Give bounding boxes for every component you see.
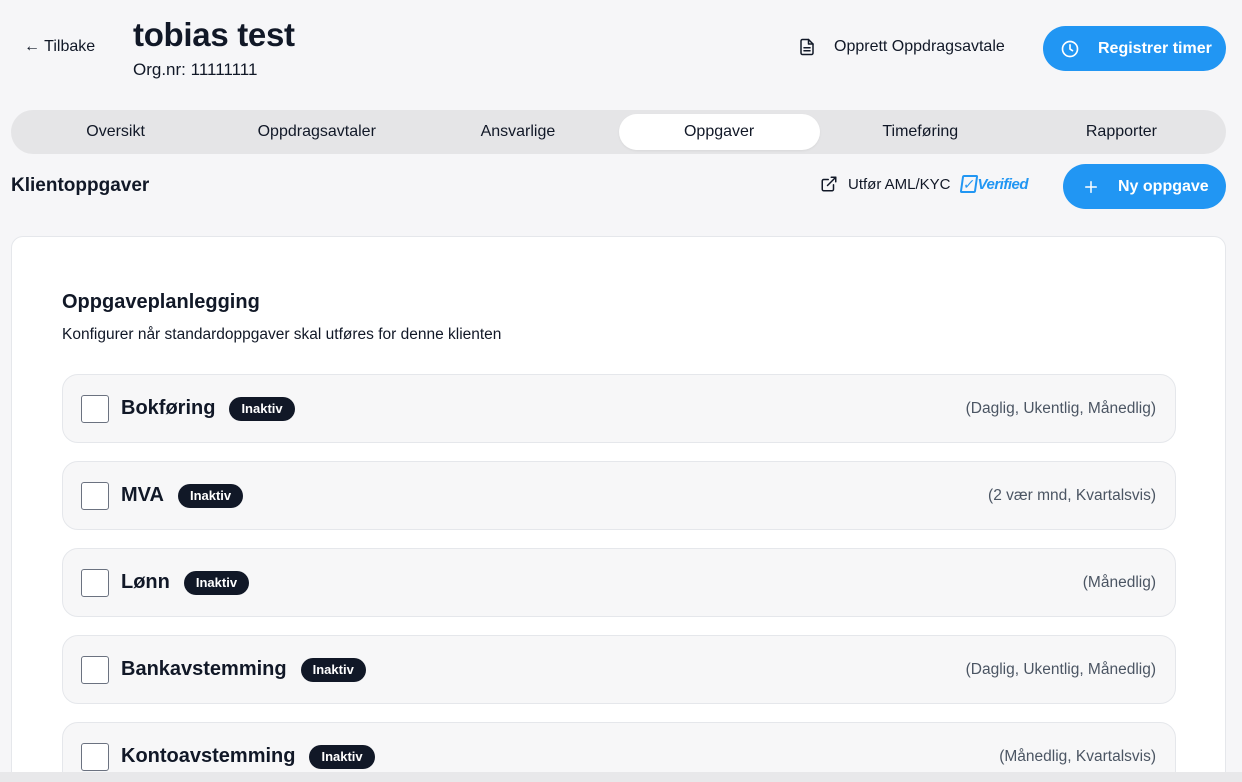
section-title: Klientoppgaver bbox=[11, 175, 150, 196]
new-task-label: Ny oppgave bbox=[1118, 177, 1209, 195]
task-list: Bokføring Inaktiv (Daglig, Ukentlig, Mån… bbox=[62, 374, 1176, 782]
new-task-button[interactable]: Ny oppgave bbox=[1063, 164, 1226, 209]
task-frequency: (Månedlig, Kvartalsvis) bbox=[999, 747, 1156, 765]
clock-icon bbox=[1060, 39, 1080, 59]
document-icon bbox=[798, 38, 816, 56]
aml-kyc-link[interactable]: Utfør AML/KYC ✓ Verified bbox=[820, 175, 1029, 193]
task-checkbox[interactable] bbox=[81, 655, 109, 684]
status-badge: Inaktiv bbox=[177, 483, 244, 508]
horizontal-scrollbar[interactable] bbox=[0, 772, 1242, 782]
tab-oppgaver[interactable]: Oppgaver bbox=[618, 114, 820, 150]
task-name: Bokføring bbox=[121, 397, 216, 419]
planning-title: Oppgaveplanlegging bbox=[62, 291, 260, 313]
task-frequency: (2 vær mnd, Kvartalsvis) bbox=[988, 486, 1156, 504]
tab-ansvarlige[interactable]: Ansvarlige bbox=[417, 114, 618, 150]
task-frequency: (Daglig, Ukentlig, Månedlig) bbox=[965, 399, 1156, 417]
task-row-lonn: Lønn Inaktiv (Månedlig) bbox=[62, 548, 1176, 617]
task-frequency: (Månedlig) bbox=[1082, 573, 1156, 591]
plus-icon bbox=[1082, 178, 1100, 196]
status-badge: Inaktiv bbox=[183, 570, 250, 595]
task-checkbox[interactable] bbox=[81, 394, 109, 423]
task-checkbox[interactable] bbox=[81, 481, 109, 510]
tab-bar: Oversikt Oppdragsavtaler Ansvarlige Oppg… bbox=[11, 110, 1226, 154]
back-link[interactable]: ← Tilbake bbox=[24, 38, 95, 56]
status-badge: Inaktiv bbox=[229, 396, 295, 421]
tab-oversikt[interactable]: Oversikt bbox=[15, 114, 216, 150]
tab-oppdragsavtaler[interactable]: Oppdragsavtaler bbox=[216, 114, 417, 150]
status-badge: Inaktiv bbox=[300, 657, 366, 682]
task-name: Kontoavstemming bbox=[121, 745, 296, 767]
verified-logo-text: Verified bbox=[977, 175, 1029, 193]
task-frequency: (Daglig, Ukentlig, Månedlig) bbox=[965, 660, 1156, 678]
verified-check-icon: ✓ bbox=[959, 175, 978, 193]
task-name: MVA bbox=[121, 484, 164, 506]
external-link-icon bbox=[820, 175, 838, 193]
task-checkbox[interactable] bbox=[81, 742, 109, 771]
register-hours-button[interactable]: Registrer timer bbox=[1043, 26, 1226, 71]
status-badge: Inaktiv bbox=[309, 744, 375, 769]
task-name: Bankavstemming bbox=[121, 658, 287, 680]
tab-rapporter[interactable]: Rapporter bbox=[1021, 114, 1222, 150]
tab-timeforing[interactable]: Timeføring bbox=[820, 114, 1021, 150]
create-agreement-button[interactable]: Opprett Oppdragsavtale bbox=[798, 38, 1005, 56]
task-row-mva: MVA Inaktiv (2 vær mnd, Kvartalsvis) bbox=[62, 461, 1176, 530]
task-row-bankavstemming: Bankavstemming Inaktiv (Daglig, Ukentlig… bbox=[62, 635, 1176, 704]
aml-kyc-label: Utfør AML/KYC bbox=[848, 175, 951, 193]
task-row-bokforing: Bokføring Inaktiv (Daglig, Ukentlig, Mån… bbox=[62, 374, 1176, 443]
task-name: Lønn bbox=[121, 571, 170, 593]
create-agreement-label: Opprett Oppdragsavtale bbox=[834, 38, 1005, 55]
task-planning-card: Oppgaveplanlegging Konfigurer når standa… bbox=[11, 236, 1226, 782]
task-checkbox[interactable] bbox=[81, 568, 109, 597]
org-number: Org.nr: 11111111 bbox=[133, 60, 258, 79]
planning-subtitle: Konfigurer når standardoppgaver skal utf… bbox=[62, 326, 502, 343]
register-hours-label: Registrer timer bbox=[1098, 39, 1212, 57]
verified-logo: ✓ Verified bbox=[959, 175, 1029, 193]
page-header: ← Tilbake tobias test Org.nr: 11111111 O… bbox=[0, 0, 1242, 100]
client-name: tobias test bbox=[133, 16, 295, 53]
